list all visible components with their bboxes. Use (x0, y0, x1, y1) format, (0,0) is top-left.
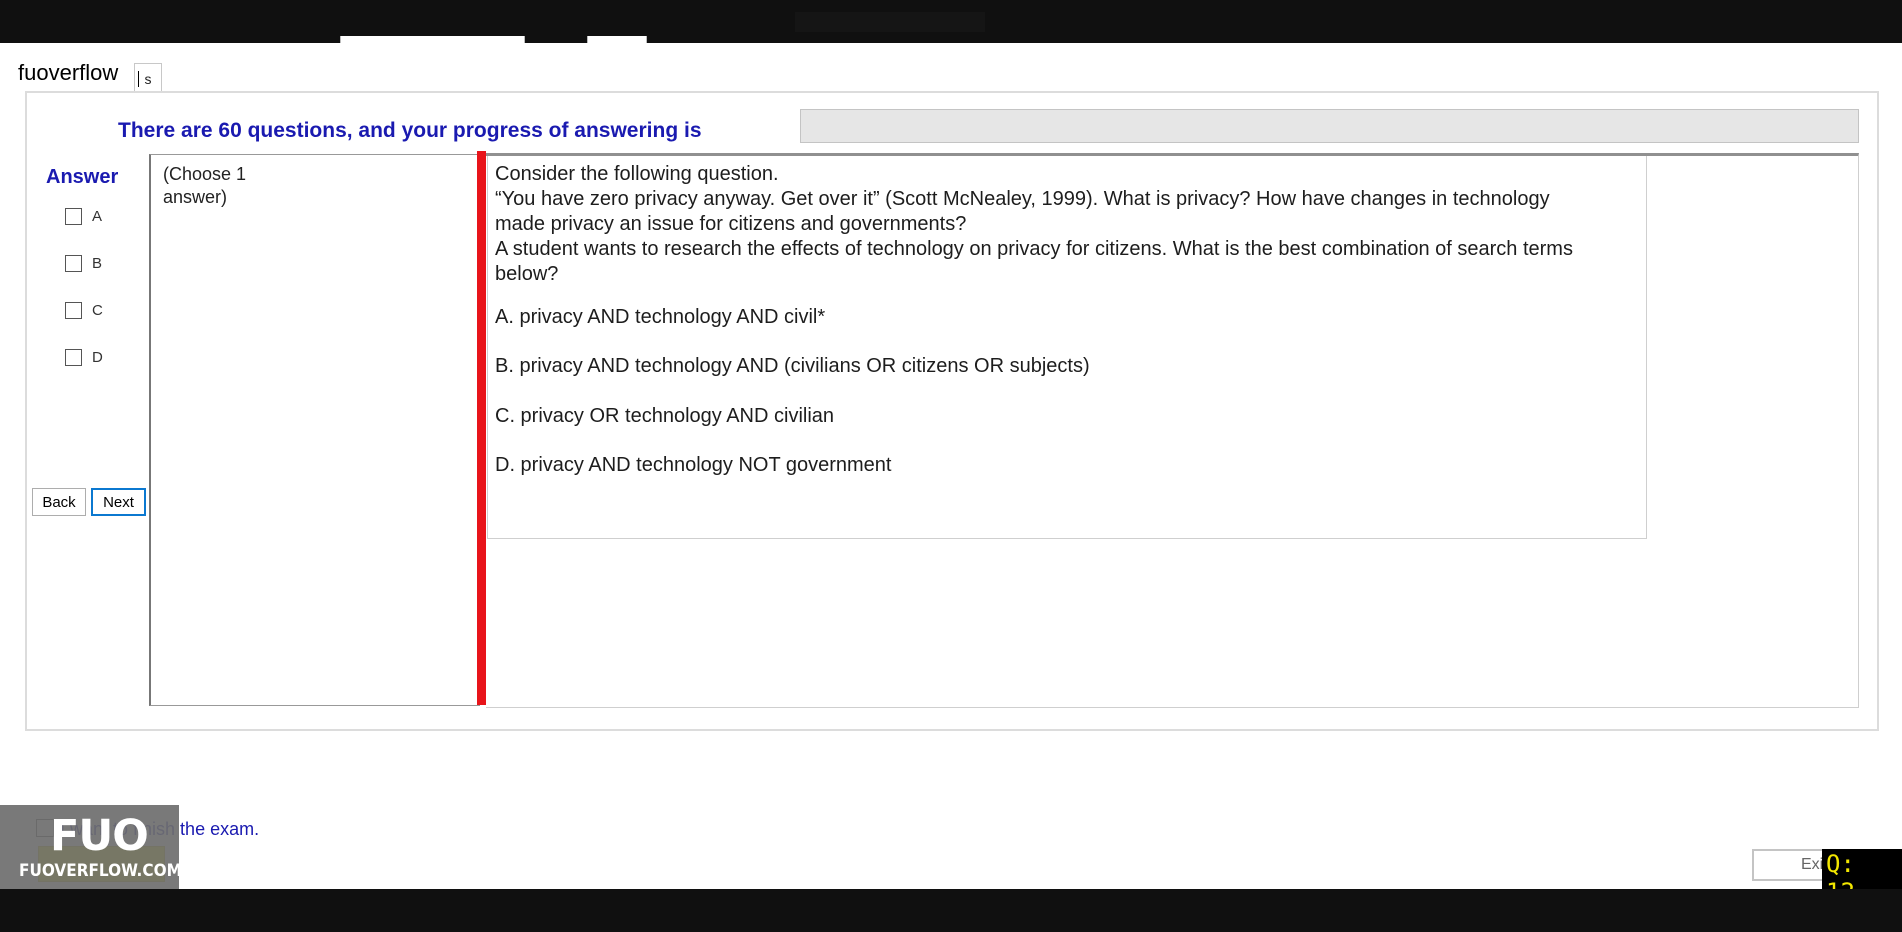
progress-label: There are 60 questions, and your progres… (118, 119, 702, 142)
option-a-checkbox[interactable]: A (65, 208, 102, 225)
option-d-checkbox[interactable]: D (65, 349, 103, 366)
checkbox-box[interactable] (65, 208, 82, 225)
watermark-site: FUOVERFLOW.COM (19, 861, 182, 881)
splitter-handle[interactable] (477, 151, 486, 705)
checkbox-box[interactable] (65, 255, 82, 272)
ghost-title (795, 12, 985, 32)
question-area: Consider the following question. “You ha… (486, 153, 1859, 708)
choose-hint: (Choose 1 answer) (163, 164, 247, 207)
question-box: Consider the following question. “You ha… (487, 156, 1647, 539)
option-label: A (92, 208, 103, 225)
checkbox-box[interactable] (65, 302, 82, 319)
watermark-logo: FUO FUOVERFLOW.COM (0, 805, 182, 889)
checkbox-box[interactable] (65, 349, 82, 366)
option-label: C (92, 302, 103, 319)
next-button[interactable]: Next (91, 488, 146, 516)
tab-questions[interactable]: s (134, 63, 162, 92)
back-button[interactable]: Back (32, 488, 86, 516)
answer-title: Answer (46, 166, 119, 188)
ghost-field (340, 36, 525, 43)
answer-choice-a: A. privacy AND technology AND civil* (495, 306, 826, 328)
option-b-checkbox[interactable]: B (65, 255, 102, 272)
progress-bar (800, 109, 1859, 143)
option-label: D (92, 349, 103, 366)
option-c-checkbox[interactable]: C (65, 302, 103, 319)
option-label: B (92, 255, 103, 272)
answer-hint-panel: (Choose 1 answer) (149, 154, 480, 706)
bottom-letterbox (0, 889, 1902, 932)
exam-window: fuoverflow s There are 60 questions, and… (0, 43, 1902, 889)
question-quote: “You have zero privacy anyway. Get over … (495, 188, 1550, 235)
ghost-field (587, 36, 647, 43)
question-counter: Q: 12 (1822, 849, 1902, 889)
question-intro: Consider the following question. (495, 163, 779, 185)
answer-choice-c: C. privacy OR technology AND civilian (495, 405, 835, 427)
answer-choice-d: D. privacy AND technology NOT government (495, 454, 892, 476)
answer-choice-b: B. privacy AND technology AND (civilians… (495, 355, 1090, 377)
question-prompt: A student wants to research the effects … (495, 238, 1573, 285)
watermark-mark: FUO (50, 811, 149, 861)
brand-label: fuoverflow (18, 60, 119, 85)
question-text: Consider the following question. “You ha… (495, 162, 1595, 287)
top-letterbox (0, 0, 1902, 43)
